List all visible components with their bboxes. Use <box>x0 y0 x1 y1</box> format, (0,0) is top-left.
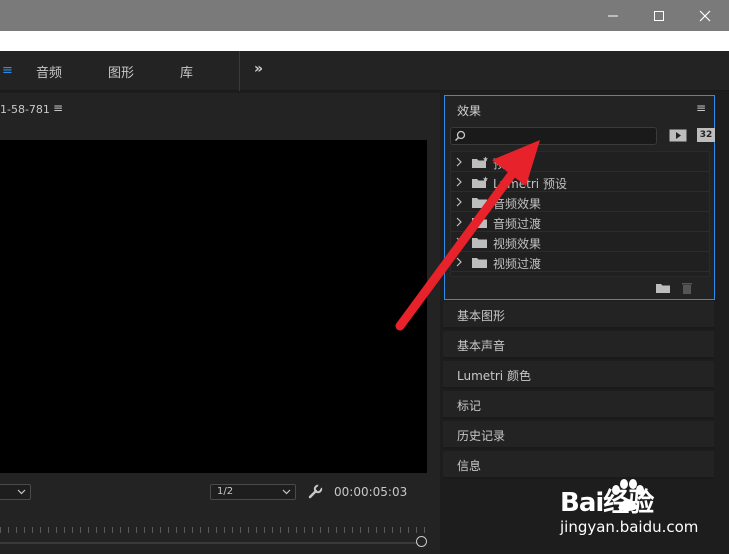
preset-folder-icon <box>472 176 488 188</box>
maximize-icon <box>654 10 664 21</box>
chevron-down-icon <box>17 489 26 495</box>
panel-markers[interactable]: 标记 <box>443 391 714 419</box>
workspace-divider <box>239 51 240 91</box>
minimize-button[interactable] <box>590 0 636 31</box>
title-bar <box>0 0 729 31</box>
panel-lumetri-color[interactable]: Lumetri 颜色 <box>443 361 714 389</box>
tree-item-label: 视频效果 <box>493 237 542 251</box>
32bit-label: 32 <box>699 130 713 140</box>
effects-menu-icon[interactable]: ≡ <box>696 101 706 115</box>
video-preview[interactable] <box>0 140 427 473</box>
panel-label: 基本声音 <box>457 339 506 353</box>
watermark-brand: Bai经验 <box>560 488 654 518</box>
folder-icon <box>472 258 487 268</box>
panel-label: Lumetri 颜色 <box>457 369 531 383</box>
close-button[interactable] <box>682 0 728 31</box>
time-ruler[interactable] <box>0 527 427 533</box>
program-monitor: 1-58-781 ≡ 1/2 00:00:05:03 <box>0 93 440 554</box>
chevron-right-icon[interactable] <box>455 257 463 267</box>
baidu-jingyan-watermark: Bai经验 jingyan.baidu.com <box>560 478 729 554</box>
tab-graphics[interactable]: 图形 <box>108 62 134 81</box>
monitor-menu-icon[interactable]: ≡ <box>53 101 63 115</box>
effects-search[interactable] <box>450 127 657 145</box>
panel-info[interactable]: 信息 <box>443 451 714 479</box>
tree-item-label: Lumetri 预设 <box>493 177 567 191</box>
close-icon <box>699 10 711 21</box>
resolution-value: 1/2 <box>217 486 234 497</box>
folder-icon <box>472 218 487 228</box>
accelerated-effects-icon[interactable] <box>669 128 687 142</box>
effects-panel: 效果 ≡ 32 预设 Lumetri 预设 音频效果 音频过渡 视频效果 视频过… <box>444 95 715 300</box>
workspace-overflow-button[interactable]: » <box>254 61 263 77</box>
tree-item-label: 音频效果 <box>493 197 542 211</box>
folder-icon <box>472 198 487 208</box>
new-bin-icon[interactable] <box>655 282 671 294</box>
chevron-right-icon[interactable] <box>455 237 463 247</box>
tree-item-lumetri-presets[interactable]: Lumetri 预设 <box>451 172 709 192</box>
timecode-display: 00:00:05:03 <box>334 485 408 499</box>
tree-item-audio-transitions[interactable]: 音频过渡 <box>451 212 709 232</box>
watermark-url: jingyan.baidu.com <box>560 518 699 536</box>
effects-search-input[interactable] <box>469 128 654 144</box>
workspace-menu-icon[interactable]: ≡ <box>2 63 13 78</box>
minimize-icon <box>608 15 618 16</box>
trash-icon[interactable] <box>681 281 693 295</box>
scrub-bar[interactable] <box>0 542 418 544</box>
tab-audio[interactable]: 音频 <box>36 62 62 81</box>
search-icon <box>454 130 466 142</box>
monitor-title: 1-58-781 <box>0 103 50 116</box>
panel-label: 标记 <box>457 399 482 413</box>
panel-history[interactable]: 历史记录 <box>443 421 714 449</box>
workspace-bar: ≡ 音频 图形 库 » <box>0 51 729 91</box>
chevron-right-icon[interactable] <box>455 197 463 207</box>
premiere-window: ≡ 音频 图形 库 » 1-58-781 ≡ 1/2 00:00:05:03 效… <box>0 0 729 554</box>
panel-label: 信息 <box>457 459 482 473</box>
tree-item-video-transitions[interactable]: 视频过渡 <box>451 252 709 272</box>
menu-bar <box>0 31 729 51</box>
panel-label: 基本图形 <box>457 309 506 323</box>
tree-item-video-effects[interactable]: 视频效果 <box>451 232 709 252</box>
tree-item-presets[interactable]: 预设 <box>451 152 709 172</box>
panel-label: 历史记录 <box>457 429 506 443</box>
panel-essential-graphics[interactable]: 基本图形 <box>443 301 714 329</box>
chevron-right-icon[interactable] <box>455 177 463 187</box>
maximize-button[interactable] <box>636 0 682 31</box>
tab-libraries[interactable]: 库 <box>180 62 193 81</box>
wrench-icon[interactable] <box>307 484 323 500</box>
tree-item-label: 音频过渡 <box>493 217 542 231</box>
tree-item-audio-effects[interactable]: 音频效果 <box>451 192 709 212</box>
32bit-effects-icon[interactable]: 32 <box>697 128 715 142</box>
panel-essential-sound[interactable]: 基本声音 <box>443 331 714 359</box>
resolution-dropdown[interactable]: 1/2 <box>210 484 296 500</box>
chevron-right-icon[interactable] <box>455 157 463 167</box>
effects-tree: 预设 Lumetri 预设 音频效果 音频过渡 视频效果 视频过渡 <box>450 151 710 277</box>
preset-folder-icon <box>472 156 488 168</box>
chevron-right-icon[interactable] <box>455 217 463 227</box>
effects-panel-title[interactable]: 效果 <box>457 102 481 119</box>
zoom-dropdown[interactable] <box>0 484 31 500</box>
playhead-handle[interactable] <box>416 536 427 547</box>
tree-item-label: 预设 <box>493 157 518 171</box>
folder-icon <box>472 238 487 248</box>
chevron-down-icon <box>282 489 291 495</box>
tree-item-label: 视频过渡 <box>493 257 542 271</box>
